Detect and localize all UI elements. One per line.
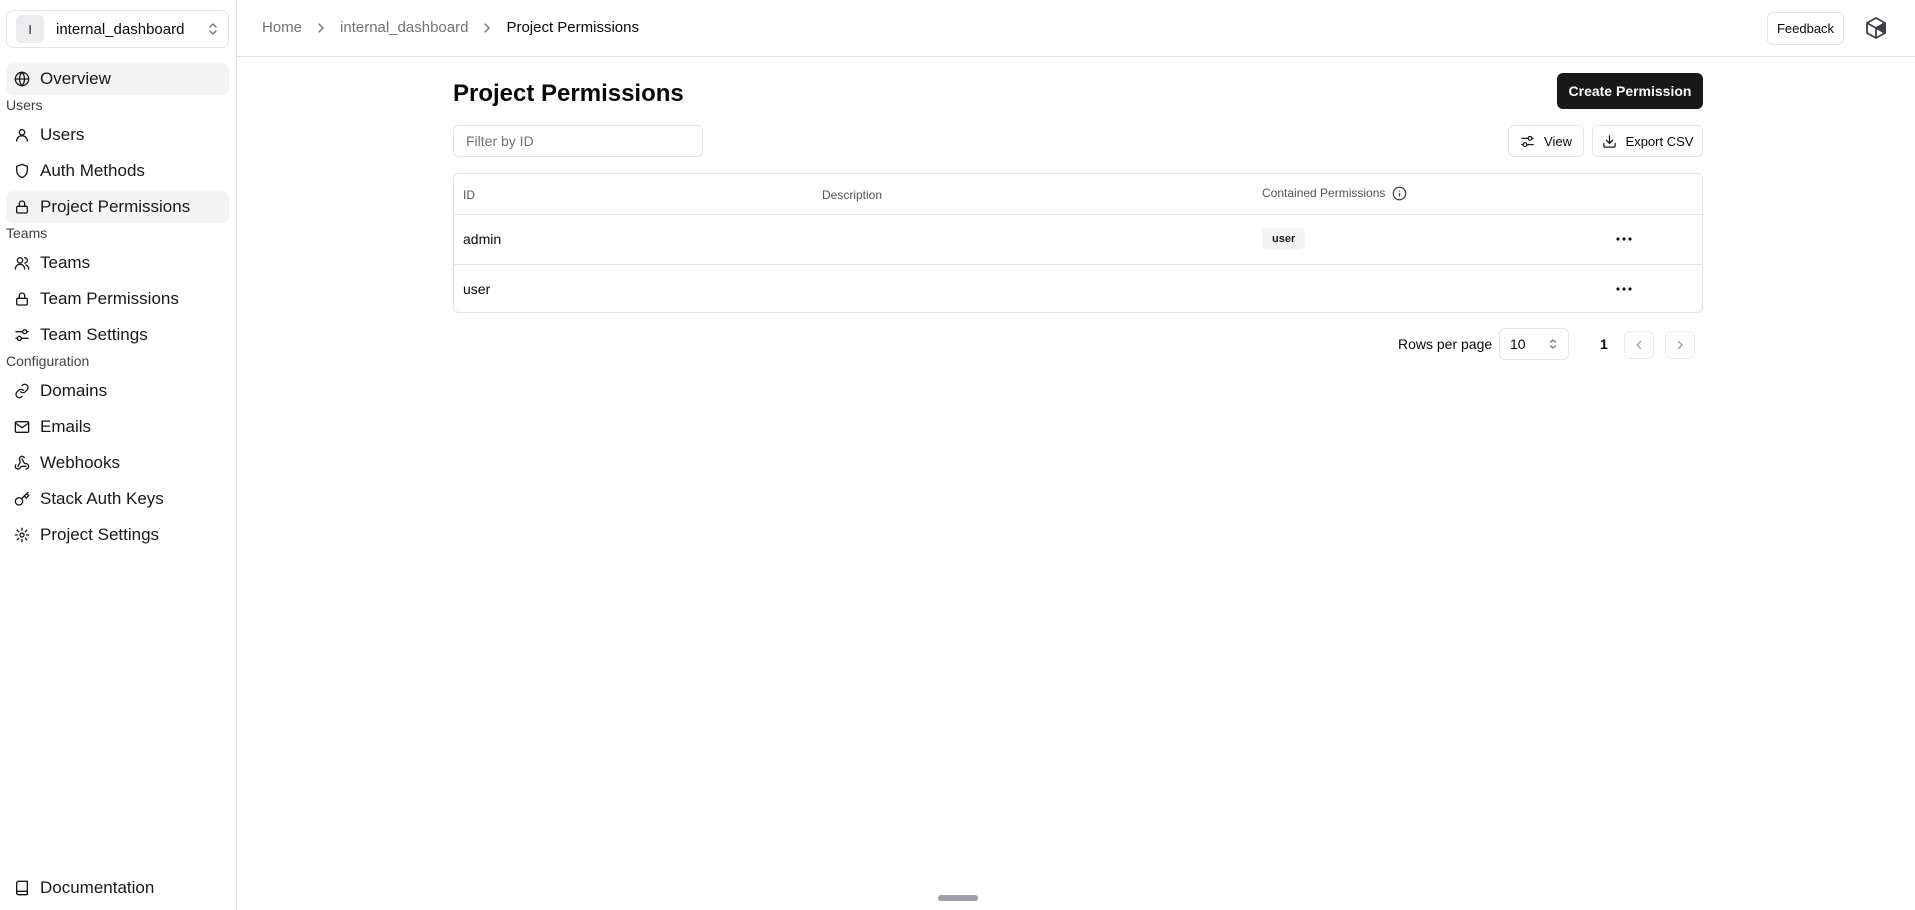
next-page-button[interactable] [1665, 331, 1695, 359]
chevron-up-down-icon [209, 23, 217, 35]
gear-icon [14, 527, 30, 543]
sidebar-item-label: Webhooks [40, 453, 121, 472]
sidebar-item-label: Team Settings [40, 325, 148, 344]
sidebar-item-auth-methods[interactable]: Auth Methods [6, 155, 229, 187]
table-header: ID Description Contained Permissions [454, 174, 1702, 215]
info-icon[interactable] [1392, 186, 1407, 201]
sidebar-item-label: Stack Auth Keys [40, 489, 164, 508]
project-name: internal_dashboard [56, 20, 185, 38]
sidebar-item-emails[interactable]: Emails [6, 411, 229, 443]
sidebar-nav: Overview Users Users Auth Methods Projec… [6, 63, 229, 555]
sidebar-item-label: Auth Methods [40, 161, 145, 180]
rows-per-page-label: Rows per page [1398, 336, 1493, 352]
view-label: View [1544, 133, 1572, 149]
project-switcher[interactable]: I internal_dashboard [6, 10, 229, 48]
drag-handle[interactable] [938, 895, 978, 901]
top-bar: Home internal_dashboard Project Permissi… [237, 0, 1915, 57]
key-icon [14, 491, 30, 506]
link-icon [15, 383, 29, 399]
stack-logo-icon[interactable] [1864, 16, 1888, 40]
project-avatar: I [16, 15, 44, 43]
sidebar-item-label: Domains [40, 381, 108, 400]
sidebar-item-teams[interactable]: Teams [6, 247, 229, 279]
table-row[interactable]: user [454, 264, 1702, 312]
breadcrumb-home[interactable]: Home [262, 19, 302, 36]
sidebar-item-stack-auth-keys[interactable]: Stack Auth Keys [6, 483, 229, 515]
export-csv-button[interactable]: Export CSV [1592, 125, 1703, 157]
sidebar-item-overview[interactable]: Overview [6, 63, 229, 95]
column-header-contained-label: Contained Permissions [1262, 186, 1386, 200]
previous-page-button[interactable] [1624, 331, 1654, 359]
permission-badge: user [1262, 228, 1306, 250]
sidebar-item-label: Team Permissions [40, 289, 179, 308]
chevron-right-icon [484, 22, 491, 33]
permissions-table: ID Description Contained Permissions adm… [453, 173, 1703, 313]
webhook-icon [14, 455, 30, 470]
sidebar-item-documentation[interactable]: Documentation [6, 872, 229, 904]
book-icon [16, 880, 28, 896]
view-options-button[interactable]: View [1508, 125, 1584, 157]
column-header-id[interactable]: ID [463, 188, 475, 202]
user-icon [16, 129, 28, 142]
sidebar: I internal_dashboard Overview Users User… [0, 0, 237, 910]
sidebar-item-domains[interactable]: Domains [6, 375, 229, 407]
sidebar-item-users[interactable]: Users [6, 119, 229, 151]
mail-icon [14, 421, 30, 433]
filter-input[interactable] [453, 125, 703, 157]
cell-id: admin [463, 231, 502, 247]
chevron-right-icon [318, 22, 325, 33]
sidebar-item-label: Documentation [40, 878, 155, 897]
cell-id: user [463, 281, 491, 297]
feedback-button[interactable]: Feedback [1767, 12, 1844, 45]
sidebar-item-label: Project Settings [40, 525, 160, 544]
sidebar-item-label: Teams [40, 253, 91, 272]
sidebar-item-label: Overview [40, 69, 111, 88]
chevron-up-down-icon [1549, 339, 1557, 349]
rows-per-page-select[interactable]: 10 [1499, 328, 1569, 360]
sidebar-item-label: Project Permissions [40, 197, 191, 216]
chevron-left-icon [1636, 340, 1642, 350]
chevron-right-icon [1677, 340, 1683, 350]
breadcrumb: Home internal_dashboard Project Permissi… [262, 19, 639, 36]
sidebar-item-project-permissions[interactable]: Project Permissions [6, 191, 229, 223]
current-page: 1 [1600, 336, 1608, 352]
globe-icon [14, 71, 30, 87]
sidebar-item-label: Users [40, 125, 85, 144]
lock-icon [16, 292, 28, 306]
column-header-contained[interactable]: Contained Permissions [1262, 186, 1407, 201]
sidebar-item-project-settings[interactable]: Project Settings [6, 519, 229, 551]
section-label-teams: Teams [6, 225, 48, 241]
section-label-users: Users [6, 97, 43, 113]
settings-sliders-icon [15, 329, 29, 341]
sliders-icon [1521, 135, 1534, 147]
breadcrumb-current: Project Permissions [506, 19, 639, 36]
lock-icon [16, 200, 28, 214]
sidebar-item-label: Emails [40, 417, 92, 436]
row-actions-button[interactable] [1611, 276, 1637, 302]
sidebar-item-team-settings[interactable]: Team Settings [6, 319, 229, 351]
sidebar-item-team-permissions[interactable]: Team Permissions [6, 283, 229, 315]
more-horizontal-icon [1616, 237, 1632, 241]
create-permission-button[interactable]: Create Permission [1557, 73, 1703, 109]
export-label: Export CSV [1625, 133, 1694, 149]
table-row[interactable]: admin user [454, 215, 1702, 264]
more-horizontal-icon [1616, 287, 1632, 291]
shield-icon [16, 163, 28, 179]
column-header-description[interactable]: Description [822, 188, 882, 202]
rows-per-page-value: 10 [1510, 336, 1526, 352]
row-actions-button[interactable] [1611, 226, 1637, 252]
download-icon [1602, 134, 1616, 148]
users-icon [14, 257, 30, 270]
breadcrumb-project[interactable]: internal_dashboard [340, 19, 468, 36]
section-label-configuration: Configuration [6, 353, 90, 369]
page-title: Project Permissions [453, 80, 684, 107]
sidebar-item-webhooks[interactable]: Webhooks [6, 447, 229, 479]
